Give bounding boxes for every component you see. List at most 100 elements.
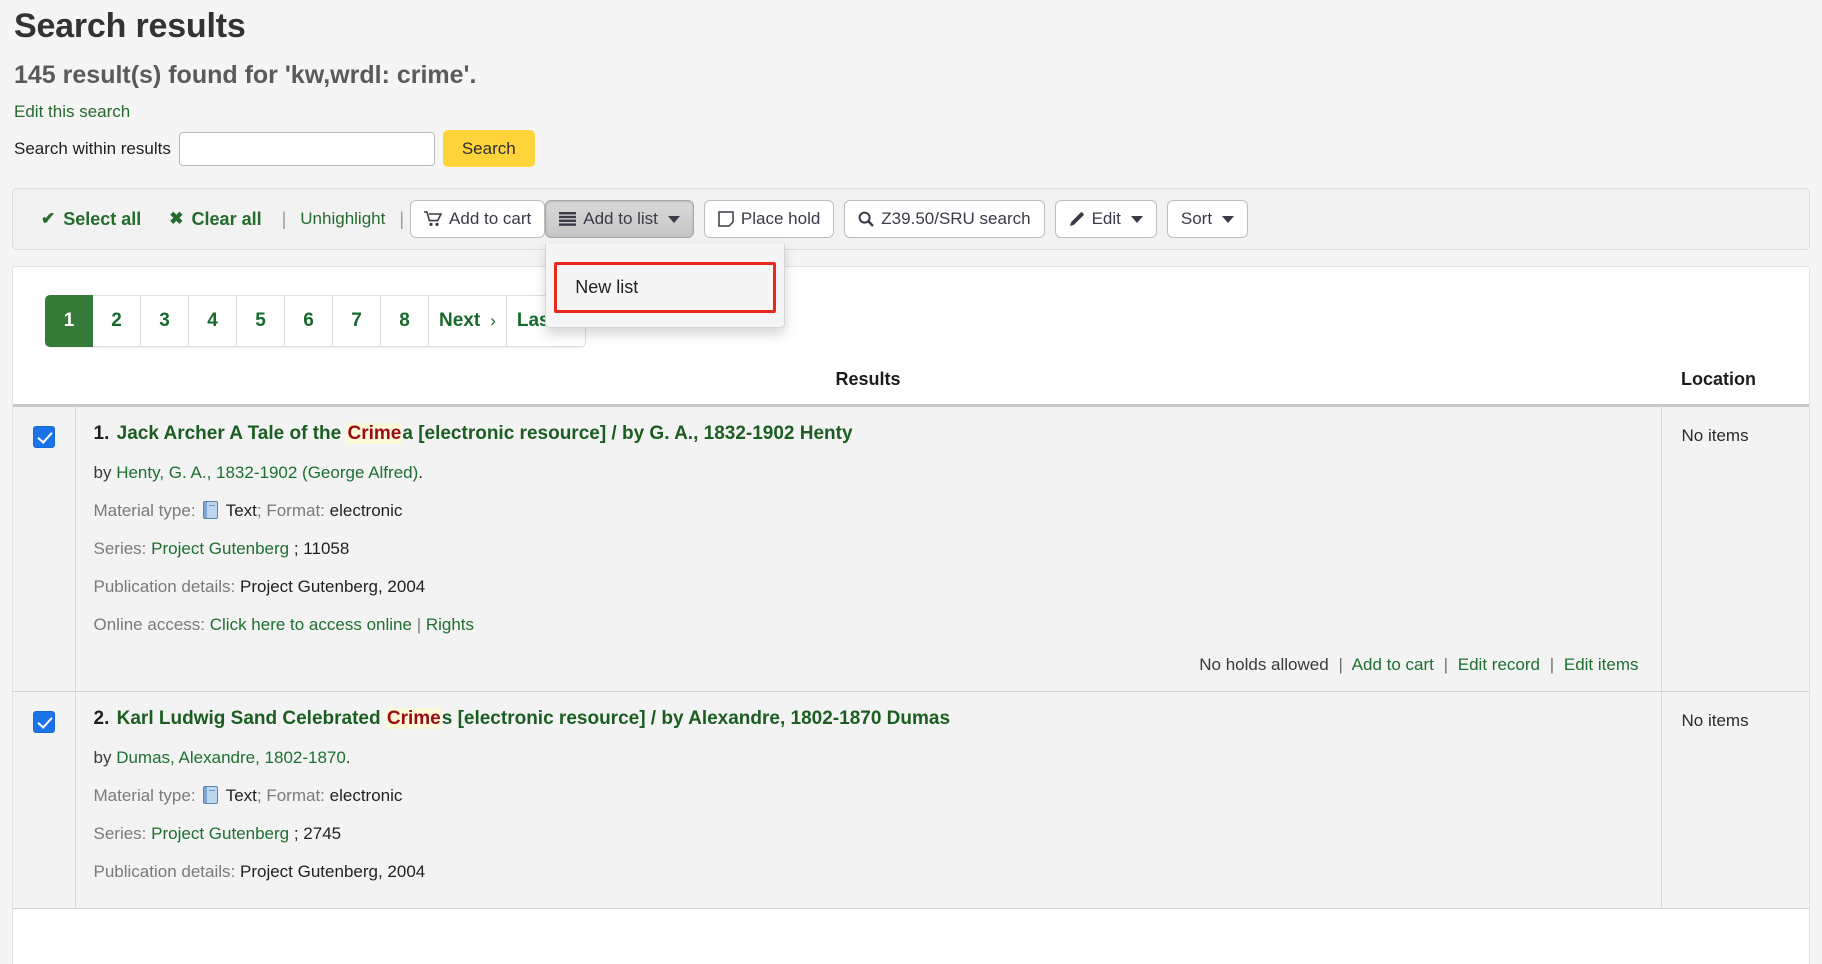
search-within-input[interactable] [179,132,435,166]
row-checkbox-cell [13,406,75,692]
place-hold-icon [718,211,734,227]
list-icon [559,212,576,226]
results-panel: 1 2 3 4 5 6 7 8 Next › Last » Results Lo [12,266,1810,964]
author-suffix: . [346,748,351,767]
column-header-location: Location [1661,369,1809,406]
results-table: Results Location 1. Jack Archer A Tale o… [13,369,1809,909]
column-header-results: Results [75,369,1661,406]
record-material-line: Material type: Text; Format: electronic [94,499,1643,523]
author-link[interactable]: Henty, G. A., 1832-1902 (George Alfred) [116,463,418,482]
results-toolbar: ✔ Select all ✖ Clear all | Unhighlight |… [12,188,1810,250]
record-series-line: Series: Project Gutenberg ; 2745 [94,822,1643,846]
page-link-4[interactable]: 4 [189,295,237,347]
row-location-cell: No items [1661,406,1809,692]
page-link-next[interactable]: Next › [429,295,507,347]
unhighlight-button[interactable]: Unhighlight [292,209,393,229]
title-highlight: Crime [386,708,442,729]
record-title-link[interactable]: Jack Archer A Tale of the Crimea [electr… [117,423,853,444]
add-to-list-dropdown-wrap: Add to list New list [545,200,694,238]
online-access-separator: | [417,615,421,634]
record-title: 2. Karl Ludwig Sand Celebrated Crimes [e… [94,706,1643,732]
record-material-line: Material type: Text; Format: electronic [94,784,1643,808]
add-to-cart-button[interactable]: Add to cart [410,200,545,238]
page-link-1[interactable]: 1 [45,295,93,347]
series-label: Series: [94,824,147,843]
publication-value: Project Gutenberg, 2004 [240,577,425,596]
record-number: 1. [94,423,110,444]
pagination: 1 2 3 4 5 6 7 8 Next › Last » [45,295,586,347]
rights-link[interactable]: Rights [426,615,474,634]
page-link-2[interactable]: 2 [93,295,141,347]
next-label: Next [439,310,480,332]
series-link[interactable]: Project Gutenberg [151,824,289,843]
result-count-text: 145 result(s) found for 'kw,wrdl: crime'… [0,48,1822,92]
edit-label: Edit [1092,209,1121,229]
search-icon [858,211,874,227]
online-access-label: Online access: [94,615,206,634]
chevron-down-icon [1222,216,1234,223]
row-add-to-cart-link[interactable]: Add to cart [1352,655,1434,674]
online-access-link[interactable]: Click here to access online [210,615,412,634]
record-actions: No holds allowed | Add to cart | Edit re… [94,651,1643,681]
page-title: Search results [0,0,1822,48]
menu-item-new-list[interactable]: New list [554,262,776,313]
format-label: ; Format: [257,786,325,805]
format-value: electronic [330,501,403,520]
sort-label: Sort [1181,209,1212,229]
record-online-access-line: Online access: Click here to access onli… [94,613,1643,637]
select-all-label: Select all [63,209,141,230]
cart-icon [424,211,442,227]
z3950-sru-search-button[interactable]: Z39.50/SRU search [844,200,1044,238]
table-row: 1. Jack Archer A Tale of the Crimea [ele… [13,406,1809,692]
edit-this-search-link[interactable]: Edit this search [0,92,130,124]
by-label: by [94,748,117,767]
select-all-button[interactable]: ✔ Select all [27,209,155,230]
title-pre: Jack Archer A Tale of the [117,423,347,444]
add-to-list-menu: New list [545,244,785,328]
row-select-checkbox[interactable] [33,426,55,448]
format-label: ; Format: [257,501,325,520]
row-select-checkbox[interactable] [33,711,55,733]
title-highlight: Crime [346,423,402,444]
series-link[interactable]: Project Gutenberg [151,539,289,558]
edit-button[interactable]: Edit [1055,200,1157,238]
row-record-cell: 1. Jack Archer A Tale of the Crimea [ele… [75,406,1661,692]
record-author-line: by Henty, G. A., 1832-1902 (George Alfre… [94,461,1643,485]
table-row: 2. Karl Ludwig Sand Celebrated Crimes [e… [13,692,1809,909]
page-link-7[interactable]: 7 [333,295,381,347]
toolbar-separator-right: | [393,209,410,230]
add-to-list-button[interactable]: Add to list [545,200,694,238]
record-title-link[interactable]: Karl Ludwig Sand Celebrated Crimes [elec… [117,708,950,729]
material-type-value: Text [226,786,257,805]
book-icon [203,501,218,519]
edit-record-link[interactable]: Edit record [1458,655,1540,674]
clear-all-label: Clear all [192,209,262,230]
actions-separator: | [1439,655,1453,674]
clear-all-button[interactable]: ✖ Clear all [155,209,275,230]
results-table-header-row: Results Location [13,369,1809,406]
search-within-results-row: Search within results Search [0,124,1822,167]
record-author-line: by Dumas, Alexandre, 1802-1870. [94,746,1643,770]
page-link-8[interactable]: 8 [381,295,429,347]
material-type-label: Material type: [94,786,196,805]
title-post: a [electronic resource] / by G. A., 1832… [402,423,852,444]
book-icon [203,786,218,804]
row-location-cell: No items [1661,692,1809,909]
search-button[interactable]: Search [443,130,535,167]
search-results-page: Search results 145 result(s) found for '… [0,0,1822,964]
pencil-icon [1069,211,1085,227]
chevron-right-icon: › [490,311,496,331]
page-link-3[interactable]: 3 [141,295,189,347]
author-link[interactable]: Dumas, Alexandre, 1802-1870 [116,748,346,767]
results-table-head: Results Location [13,369,1809,406]
row-checkbox-cell [13,692,75,909]
sort-button[interactable]: Sort [1167,200,1248,238]
page-link-6[interactable]: 6 [285,295,333,347]
no-holds-allowed-text: No holds allowed [1199,655,1328,674]
place-hold-label: Place hold [741,209,820,229]
place-hold-button[interactable]: Place hold [704,200,834,238]
edit-items-link[interactable]: Edit items [1564,655,1639,674]
column-header-checkbox [13,369,75,406]
title-pre: Karl Ludwig Sand Celebrated [117,708,386,729]
page-link-5[interactable]: 5 [237,295,285,347]
